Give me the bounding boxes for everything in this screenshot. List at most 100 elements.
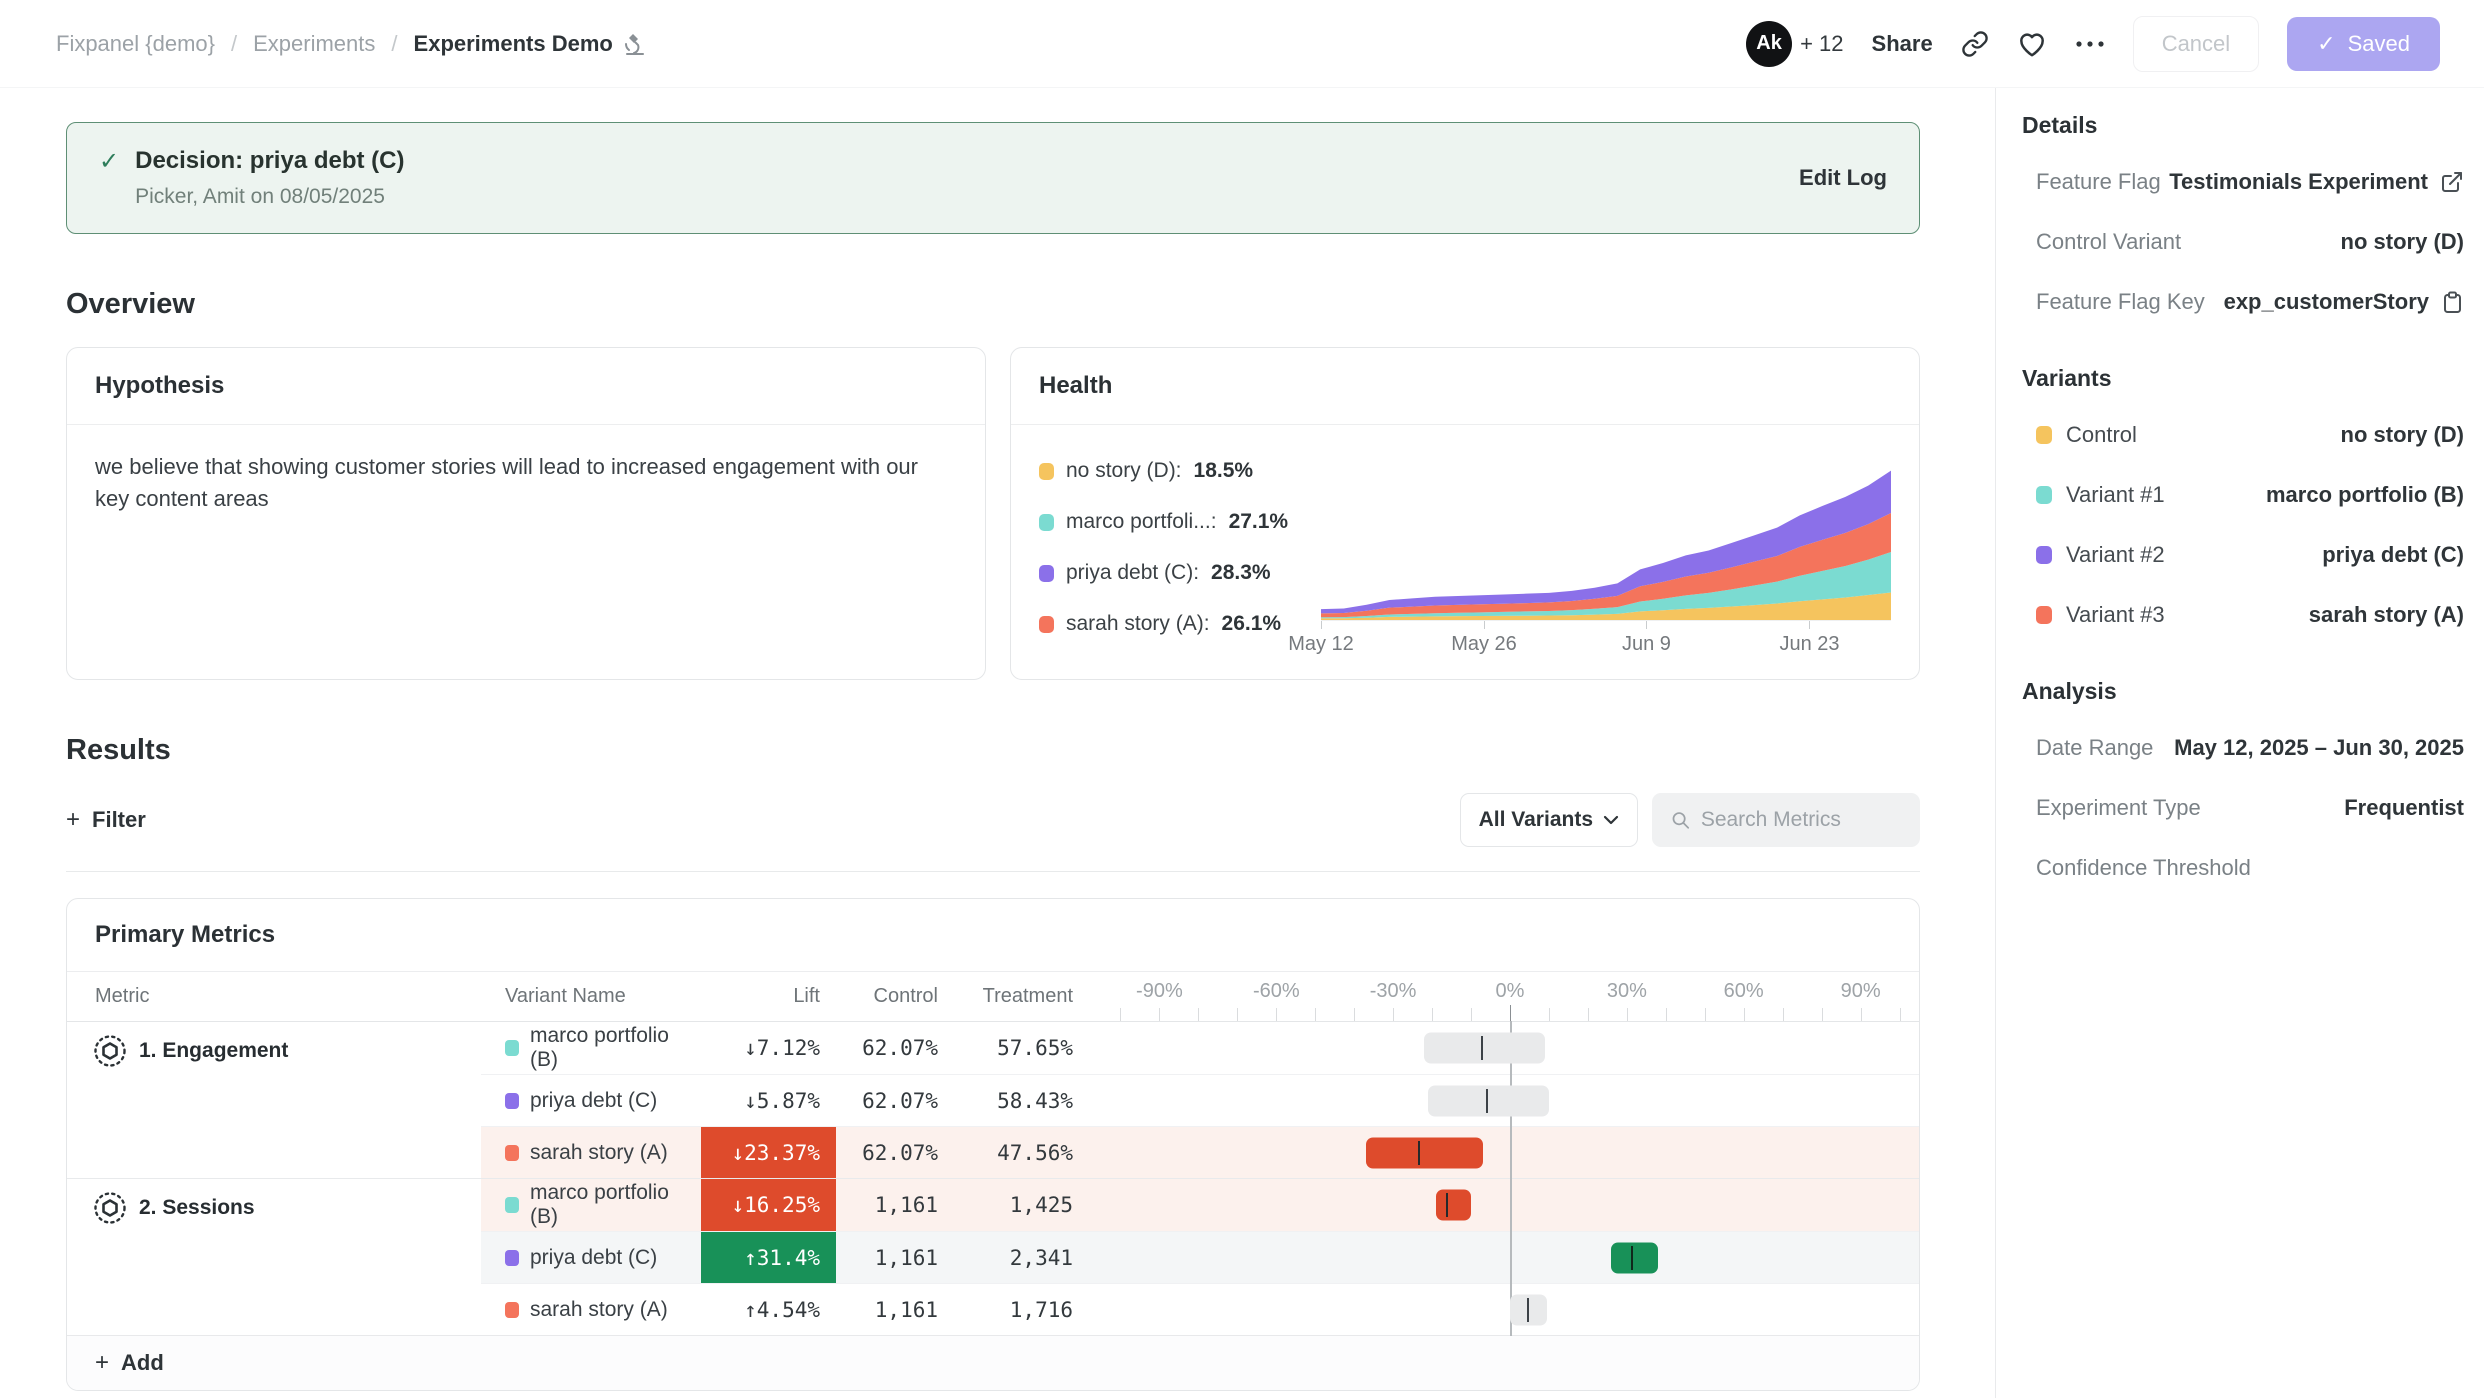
variant-name: sarah story (A) [530,1141,668,1165]
ruler-tick [1666,1008,1667,1021]
control-value: 62.07% [836,1022,966,1074]
search-metrics-input[interactable] [1701,808,1902,832]
analysis-row-confidence-threshold: Confidence Threshold [2036,855,2464,881]
saved-button[interactable]: ✓ Saved [2287,17,2440,71]
more-menu-button[interactable] [2075,40,2105,48]
metric-row[interactable]: priya debt (C) ↓5.87% 62.07% 58.43% [481,1074,1919,1126]
variants-dropdown[interactable]: All Variants [1460,793,1638,847]
ruler-tick [1783,1008,1784,1021]
ci-center-mark [1527,1298,1529,1322]
legend-chip [1039,463,1054,480]
ruler-tick [1471,1008,1472,1021]
edit-log-button[interactable]: Edit Log [1799,165,1887,191]
add-metric-button[interactable]: + Add [95,1349,164,1377]
variant-chip [505,1302,519,1318]
breadcrumb-project[interactable]: Fixpanel {demo} [56,31,215,57]
x-tick-label: May 12 [1288,633,1354,656]
legend-value: 26.1% [1222,612,1282,636]
legend-chip [1039,565,1054,582]
metric-cell: 2. Sessions [67,1179,481,1335]
ruler-tick [1900,1008,1901,1021]
confidence-interval [1101,1127,1919,1178]
variant-label: Variant #3 [2066,602,2165,628]
variant-value: marco portfolio (B) [2266,482,2464,508]
details-section: Details Feature Flag Testimonials Experi… [2022,112,2464,315]
metric-row[interactable]: marco portfolio (B) ↓7.12% 62.07% 57.65% [481,1022,1919,1074]
detail-value: exp_customerStory [2224,289,2429,315]
analysis-row-experiment-type: Experiment Type Frequentist [2036,795,2464,821]
variant-value: priya debt (C) [2322,542,2464,568]
metric-cell: 1. Engagement [67,1022,481,1178]
favorite-button[interactable] [2017,29,2047,59]
x-tick [1321,621,1322,629]
legend-item: sarah story (A): 26.1% [1039,612,1321,636]
ruler-tick [1120,1008,1121,1021]
variant-label: Control [2066,422,2137,448]
metric-icon [93,1034,127,1068]
legend-value: 27.1% [1229,510,1289,534]
page-title: Experiments Demo [414,31,613,57]
legend-name: priya debt (C): [1066,561,1199,585]
breadcrumb: Fixpanel {demo} / Experiments / Experime… [56,31,647,57]
breadcrumb-experiments[interactable]: Experiments [253,31,375,57]
axis-label: 60% [1724,980,1764,1003]
variant-row: Variant #3 sarah story (A) [2036,602,2464,628]
x-tick-label: Jun 23 [1779,633,1839,656]
breadcrumb-separator: / [391,31,397,57]
metric-row[interactable]: marco portfolio (B) ↓16.25% 1,161 1,425 [481,1179,1919,1231]
detail-value: no story (D) [2341,229,2464,255]
metric-row[interactable]: priya debt (C) ↑31.4% 1,161 2,341 [481,1231,1919,1283]
confidence-interval [1101,1022,1919,1074]
lift-value: ↓16.25% [701,1179,836,1231]
search-metrics[interactable] [1652,793,1920,847]
variant-row: Variant #1 marco portfolio (B) [2036,482,2464,508]
ruler-tick [1237,1008,1238,1021]
ruler-tick [1159,1008,1160,1021]
ci-center-mark [1486,1089,1488,1113]
variant-chip [2036,606,2052,624]
control-value: 1,161 [836,1232,966,1283]
external-link-icon[interactable] [2440,170,2464,194]
column-lift: Lift [701,972,836,1021]
lift-value: ↓7.12% [701,1022,836,1074]
ruler-tick [1705,1008,1706,1021]
axis-label: 30% [1607,980,1647,1003]
axis-label: 0% [1496,980,1525,1003]
copy-link-button[interactable] [1961,30,1989,58]
stacked-area-chart [1321,463,1891,620]
column-control: Control [836,972,966,1021]
metric-row[interactable]: sarah story (A) ↓23.37% 62.07% 47.56% [481,1126,1919,1178]
ci-bar [1424,1033,1545,1064]
control-value: 1,161 [836,1179,966,1231]
results-heading: Results [66,734,1920,767]
avatar[interactable]: Ak [1746,21,1792,67]
ci-bar [1436,1190,1471,1221]
variant-chip [505,1093,519,1109]
variant-value: no story (D) [2341,422,2464,448]
detail-label: Feature Flag Key [2036,289,2205,315]
ruler-tick [1510,1005,1511,1021]
details-heading: Details [2022,112,2464,139]
confidence-interval [1101,1232,1919,1283]
ruler-tick [1744,1008,1745,1021]
legend-chip [1039,514,1054,531]
lift-value: ↓5.87% [701,1075,836,1126]
topbar: Fixpanel {demo} / Experiments / Experime… [0,0,2484,88]
treatment-value: 1,716 [966,1284,1101,1335]
treatment-value: 57.65% [966,1022,1101,1074]
variants-dropdown-value: All Variants [1479,808,1593,832]
column-metric: Metric [67,972,481,1021]
variant-label: Variant #1 [2066,482,2165,508]
add-filter-button[interactable]: + Filter [66,806,146,834]
axis-label: -60% [1253,980,1300,1003]
metric-row[interactable]: sarah story (A) ↑4.54% 1,161 1,716 [481,1283,1919,1335]
collaborators[interactable]: Ak + 12 [1746,21,1843,67]
copy-icon[interactable] [2441,290,2464,315]
variant-row: Variant #2 priya debt (C) [2036,542,2464,568]
ci-bar [1366,1137,1483,1168]
cancel-button[interactable]: Cancel [2133,16,2259,72]
analysis-value: Frequentist [2344,795,2464,821]
primary-metrics-card: Primary Metrics Metric Variant Name Lift… [66,898,1920,1391]
share-button[interactable]: Share [1872,31,1933,57]
variant-name: priya debt (C) [530,1089,657,1113]
